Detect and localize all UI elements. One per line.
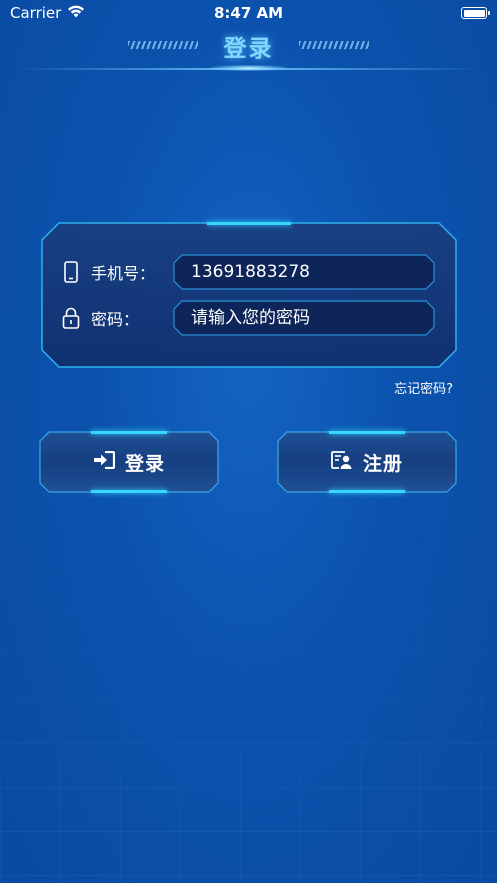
nav-header: 登录 xyxy=(0,26,497,74)
login-form-panel: 手机号： 密码： xyxy=(41,222,457,368)
phone-label: 手机号： xyxy=(91,264,156,283)
header-stripes-right xyxy=(299,41,369,49)
panel-accent-bar xyxy=(207,222,291,225)
status-left: Carrier xyxy=(10,4,85,22)
password-input-box xyxy=(173,300,435,336)
carrier-label: Carrier xyxy=(10,4,62,22)
status-bar: Carrier 8:47 AM xyxy=(0,0,497,26)
phone-input[interactable] xyxy=(173,254,435,290)
lock-icon xyxy=(61,306,81,330)
background-grid xyxy=(0,523,497,883)
id-card-icon xyxy=(331,450,353,474)
phone-icon xyxy=(61,260,81,284)
wifi-icon xyxy=(67,4,85,22)
password-row: 密码： xyxy=(61,300,435,336)
header-stripes-left xyxy=(128,41,198,49)
login-arrow-icon xyxy=(93,450,116,473)
password-label: 密码： xyxy=(91,310,140,329)
register-button-label: 注册 xyxy=(362,452,403,475)
password-input[interactable] xyxy=(173,300,435,336)
register-button-content: 注册 xyxy=(277,431,457,493)
login-button[interactable]: 登录 xyxy=(39,431,219,493)
panel-frame xyxy=(41,222,457,368)
header-glow xyxy=(210,65,287,71)
login-button-content: 登录 xyxy=(39,431,219,493)
login-button-label: 登录 xyxy=(124,452,165,475)
phone-input-box xyxy=(173,254,435,290)
battery-icon xyxy=(461,7,490,19)
forgot-password-link[interactable]: 忘记密码? xyxy=(394,378,453,397)
register-button[interactable]: 注册 xyxy=(277,431,457,493)
page-title: 登录 xyxy=(223,36,274,62)
phone-row: 手机号： xyxy=(61,254,435,290)
